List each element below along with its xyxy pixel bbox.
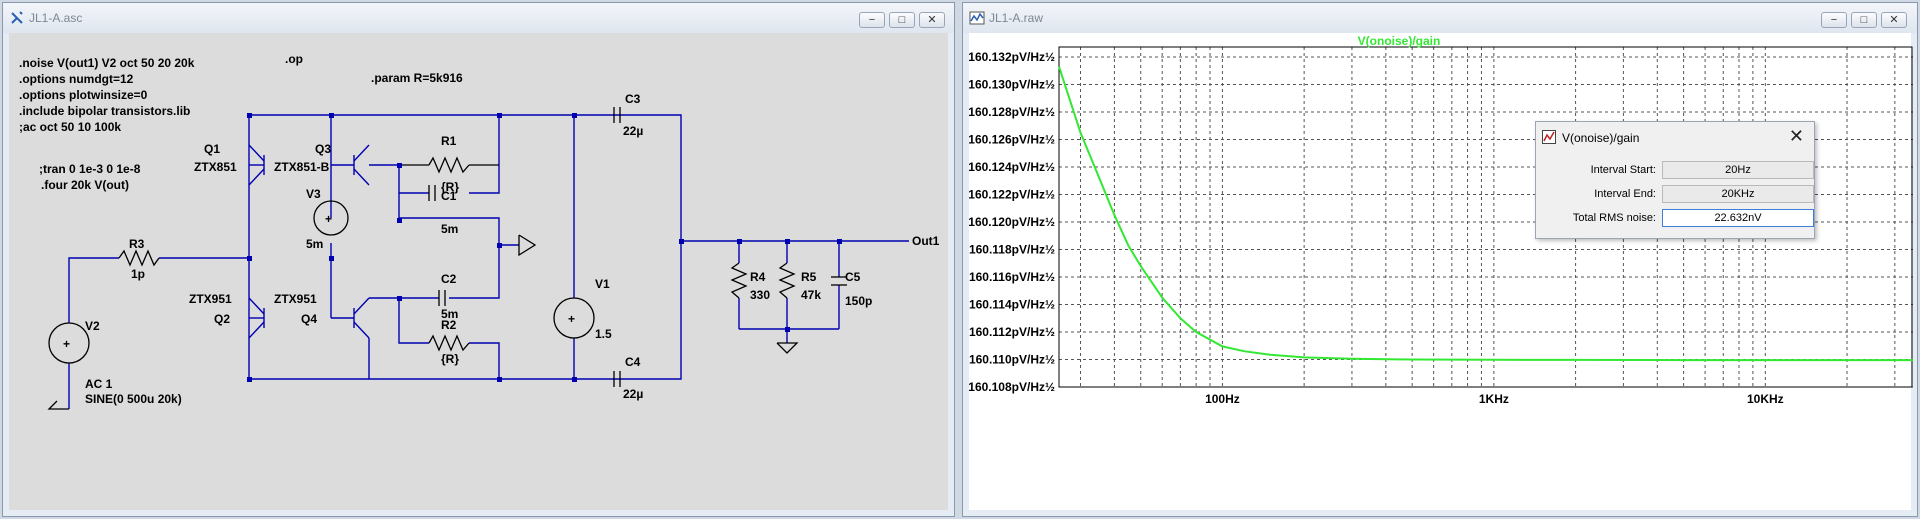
c5-value[interactable]: 150p: [845, 294, 872, 308]
y-tick-label: 160.120pV/Hz½: [969, 215, 1055, 229]
c3-value[interactable]: 22µ: [623, 124, 643, 138]
y-tick-label: 160.114pV/Hz½: [969, 298, 1055, 312]
x-tick-label: 1KHz: [1479, 392, 1509, 406]
interval-end-label: Interval End:: [1594, 188, 1656, 200]
directive-ac[interactable]: ;ac oct 50 10 100k: [19, 120, 121, 134]
total-rms-noise-field[interactable]: 22.632nV: [1662, 209, 1814, 227]
c1-value[interactable]: 5m: [441, 222, 458, 236]
minimize-button[interactable]: −: [1821, 12, 1847, 28]
c2-label[interactable]: C2: [441, 272, 457, 286]
v2-label[interactable]: V2: [85, 319, 100, 333]
v1-value[interactable]: 1.5: [595, 327, 612, 341]
schematic-canvas[interactable]: .noise V(out1) V2 oct 50 20 20k .options…: [9, 33, 948, 510]
minimize-button[interactable]: −: [859, 12, 885, 28]
c5-label[interactable]: C5: [845, 270, 861, 284]
waveform-icon: [1542, 130, 1556, 144]
v2-plus-icon: +: [63, 337, 70, 351]
r1-label[interactable]: R1: [441, 134, 457, 148]
r2-label[interactable]: R2: [441, 318, 457, 332]
q2-label[interactable]: Q2: [214, 312, 230, 326]
junction-dots: [247, 113, 842, 382]
dialog-title: V(onoise)/gain: [1562, 131, 1640, 145]
v3-plus-icon: +: [325, 212, 332, 226]
maximize-button[interactable]: □: [889, 12, 915, 28]
schematic-drawing[interactable]: .noise V(out1) V2 oct 50 20 20k .options…: [9, 33, 950, 512]
y-tick-label: 160.130pV/Hz½: [969, 78, 1055, 92]
r5-value[interactable]: 47k: [801, 288, 821, 302]
interval-start-label: Interval Start:: [1590, 164, 1656, 176]
interval-end-field[interactable]: 20KHz: [1662, 185, 1814, 203]
c1-label[interactable]: C1: [441, 189, 457, 203]
total-rms-noise-label: Total RMS noise:: [1572, 212, 1656, 224]
r2-value[interactable]: {R}: [441, 352, 459, 366]
y-tick-label: 160.108pV/Hz½: [969, 380, 1055, 394]
directive-op[interactable]: .op: [285, 52, 303, 66]
x-tick-label: 10KHz: [1747, 392, 1784, 406]
q4-label[interactable]: Q4: [301, 312, 317, 326]
noise-plot[interactable]: 160.132pV/Hz½ 160.130pV/Hz½ 160.128pV/Hz½ 1…: [968, 33, 1913, 512]
q1-model[interactable]: ZTX851: [194, 160, 237, 174]
q4-model[interactable]: ZTX951: [274, 292, 317, 306]
out1-label[interactable]: Out1: [912, 234, 940, 248]
directive-tran[interactable]: ;tran 0 1e-3 0 1e-8: [39, 162, 141, 176]
close-button[interactable]: ✕: [1881, 12, 1907, 28]
close-button[interactable]: ✕: [919, 12, 945, 28]
c3-label[interactable]: C3: [625, 92, 641, 106]
x-tick-label: 100Hz: [1205, 392, 1240, 406]
y-tick-label: 160.128pV/Hz½: [969, 105, 1055, 119]
c4-value[interactable]: 22µ: [623, 387, 643, 401]
schematic-app-icon: [11, 11, 23, 24]
y-tick-label: 160.126pV/Hz½: [969, 133, 1055, 147]
directive-include[interactable]: .include bipolar transistors.lib: [19, 104, 190, 118]
plot-window: JL1-A.raw − □ ✕ 160.132pV/Hz½ 160.130pV/H…: [962, 2, 1918, 517]
directive-four[interactable]: .four 20k V(out): [41, 178, 129, 192]
waveform-app-icon: [969, 11, 985, 25]
trace-title[interactable]: V(onoise)/gain: [1358, 34, 1441, 48]
directive-numdgt[interactable]: .options numdgt=12: [19, 72, 134, 86]
schematic-window-title: JL1-A.asc: [29, 11, 83, 25]
y-axis-ticks: 160.132pV/Hz½ 160.130pV/Hz½ 160.128pV/Hz½ 1…: [968, 50, 1055, 394]
y-tick-label: 160.110pV/Hz½: [969, 353, 1055, 367]
v1-label[interactable]: V1: [595, 277, 610, 291]
y-tick-label: 160.122pV/Hz½: [969, 188, 1055, 202]
r4-value[interactable]: 330: [750, 288, 770, 302]
c4-label[interactable]: C4: [625, 355, 641, 369]
maximize-button[interactable]: □: [1851, 12, 1877, 28]
y-tick-label: 160.112pV/Hz½: [969, 325, 1055, 339]
y-tick-label: 160.132pV/Hz½: [969, 50, 1055, 64]
schematic-titlebar[interactable]: JL1-A.asc − □ ✕: [3, 3, 954, 33]
dialog-close-icon[interactable]: ✕: [1789, 126, 1804, 147]
schematic-window: JL1-A.asc − □ ✕ .noise V(out1) V2 oct 50…: [2, 2, 955, 517]
v3-label[interactable]: V3: [306, 187, 321, 201]
q3-model[interactable]: ZTX851-B: [274, 160, 330, 174]
r5-label[interactable]: R5: [801, 270, 817, 284]
v1-plus-icon: +: [568, 312, 575, 326]
v2-sine[interactable]: SINE(0 500u 20k): [85, 392, 182, 406]
v3-value[interactable]: 5m: [306, 237, 323, 251]
q3-label[interactable]: Q3: [315, 142, 331, 156]
directive-param[interactable]: .param R=5k916: [371, 71, 463, 85]
r3-value[interactable]: 1p: [131, 267, 145, 281]
y-tick-label: 160.124pV/Hz½: [969, 160, 1055, 174]
directive-noise[interactable]: .noise V(out1) V2 oct 50 20 20k: [19, 56, 195, 70]
rms-noise-dialog: V(onoise)/gain ✕ Interval Start: 20Hz In…: [1535, 121, 1815, 239]
v2-ac[interactable]: AC 1: [85, 377, 113, 391]
r4-label[interactable]: R4: [750, 270, 766, 284]
q1-label[interactable]: Q1: [204, 142, 220, 156]
directive-plotwinsize[interactable]: .options plotwinsize=0: [19, 88, 148, 102]
interval-start-field[interactable]: 20Hz: [1662, 161, 1814, 179]
q2-model[interactable]: ZTX951: [189, 292, 232, 306]
x-axis-ticks: 100Hz 1KHz 10KHz: [1205, 392, 1784, 406]
plot-window-title: JL1-A.raw: [989, 11, 1044, 25]
plot-titlebar[interactable]: JL1-A.raw − □ ✕: [963, 3, 1917, 33]
y-tick-label: 160.116pV/Hz½: [969, 270, 1055, 284]
r3-label[interactable]: R3: [129, 237, 145, 251]
plot-canvas[interactable]: 160.132pV/Hz½ 160.130pV/Hz½ 160.128pV/Hz½ 1…: [968, 33, 1913, 512]
y-tick-label: 160.118pV/Hz½: [969, 243, 1055, 257]
